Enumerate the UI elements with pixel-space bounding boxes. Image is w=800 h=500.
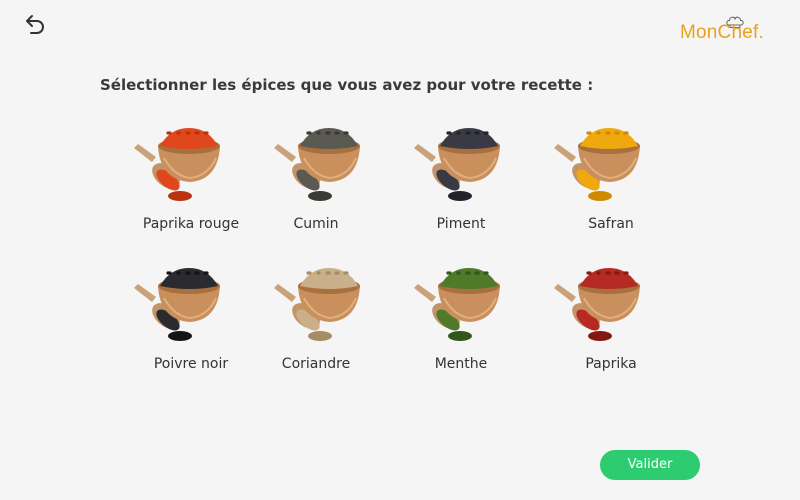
spice-item[interactable]: Piment xyxy=(410,118,540,238)
spice-bowl-image xyxy=(554,128,640,201)
spice-item[interactable]: Poivre noir xyxy=(130,258,260,378)
spice-item[interactable]: Paprika xyxy=(550,258,680,378)
spice-item[interactable]: Cumin xyxy=(270,118,400,238)
back-arrow-icon[interactable] xyxy=(22,12,48,38)
page-title: Sélectionner les épices que vous avez po… xyxy=(100,76,594,94)
spice-bowl-image xyxy=(554,268,640,341)
spice-bowl-image xyxy=(414,128,500,201)
spice-label: Coriandre xyxy=(281,356,351,372)
spice-bowl-image xyxy=(134,268,220,341)
monchef-logo: MonChef. xyxy=(680,16,780,48)
spice-bowl-image xyxy=(274,128,360,201)
spice-item[interactable]: Safran xyxy=(550,118,680,238)
spice-label: Paprika xyxy=(585,356,637,372)
spice-item[interactable]: Paprika rouge xyxy=(130,118,260,238)
spice-bowl-image xyxy=(134,128,220,201)
spice-selection-screen: MonChef. Sélectionner les épices que vou… xyxy=(0,0,800,500)
spice-label: Poivre noir xyxy=(153,356,229,372)
spice-label: Piment xyxy=(436,216,486,232)
spice-bowl-image xyxy=(274,268,360,341)
spice-bowl-image xyxy=(414,268,500,341)
spice-label: Paprika rouge xyxy=(142,216,240,232)
spice-label: Cumin xyxy=(293,216,339,232)
spice-label: Safran xyxy=(588,216,634,232)
spice-label: Menthe xyxy=(434,356,488,372)
logo-text: MonChef. xyxy=(680,22,764,43)
spice-item[interactable]: Menthe xyxy=(410,258,540,378)
spice-item[interactable]: Coriandre xyxy=(270,258,400,378)
validate-button[interactable]: Valider xyxy=(600,450,700,480)
